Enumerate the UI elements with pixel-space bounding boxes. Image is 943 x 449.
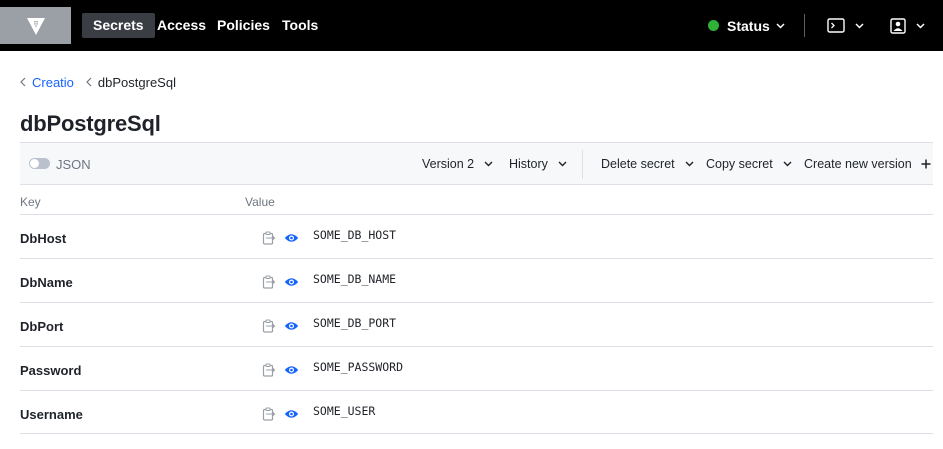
page-title: dbPostgreSql — [20, 111, 161, 136]
eye-icon[interactable] — [284, 320, 299, 332]
chevron-down-icon — [685, 161, 694, 167]
user-menu[interactable] — [890, 14, 925, 37]
row-value: SOME_DB_NAME — [313, 272, 397, 286]
breadcrumb-current: dbPostgreSql — [97, 74, 176, 90]
vault-logo-icon — [26, 17, 45, 35]
copy-icon[interactable] — [262, 275, 276, 289]
chevron-down-icon — [776, 22, 785, 29]
chevron-down-icon — [855, 22, 864, 29]
table-row: DbName SOME_DB_NAME — [20, 258, 933, 302]
row-key: DbPort — [20, 319, 64, 334]
chevron-down-icon — [484, 161, 493, 167]
chevron-left-icon — [86, 77, 92, 87]
copy-icon[interactable] — [262, 363, 276, 377]
user-icon — [890, 17, 906, 34]
vault-logo-button[interactable] — [0, 7, 71, 44]
create-new-version-label: Create new version — [804, 157, 912, 171]
nav-tools[interactable]: Tools — [271, 13, 329, 38]
status-dot-icon — [708, 20, 719, 31]
row-value: SOME_PASSWORD — [313, 360, 404, 374]
copy-icon[interactable] — [262, 407, 276, 421]
breadcrumb-separator — [86, 77, 92, 87]
version-dropdown[interactable]: Version 2 — [422, 156, 493, 172]
secret-toolbar: JSON Version 2 History Delete secret Cop… — [20, 142, 933, 185]
create-new-version-button[interactable]: Create new version — [804, 156, 931, 172]
toolbar-divider — [582, 150, 583, 179]
chevron-down-icon — [916, 22, 925, 29]
breadcrumb-parent-link[interactable]: Creatio — [20, 75, 74, 90]
delete-secret-label: Delete secret — [601, 157, 675, 171]
row-key: Username — [20, 407, 83, 422]
status-label: Status — [727, 17, 770, 34]
breadcrumb-parent-label: Creatio — [32, 74, 74, 90]
eye-icon[interactable] — [284, 364, 299, 376]
eye-icon[interactable] — [284, 276, 299, 288]
row-key: Password — [20, 363, 82, 378]
console-menu[interactable] — [827, 14, 864, 37]
column-header-key: Key — [20, 195, 41, 209]
table-row: DbPort SOME_DB_PORT — [20, 302, 933, 346]
plus-icon — [921, 159, 931, 169]
history-dropdown[interactable]: History — [509, 156, 567, 172]
delete-secret-button[interactable]: Delete secret — [601, 156, 694, 172]
row-value: SOME_DB_PORT — [313, 316, 397, 330]
json-toggle[interactable] — [29, 158, 50, 169]
toggle-knob — [30, 159, 39, 168]
row-key: DbHost — [20, 231, 67, 246]
table-row: DbHost SOME_DB_HOST — [20, 214, 933, 258]
chevron-left-icon — [20, 77, 26, 87]
history-label: History — [509, 157, 548, 171]
breadcrumb: Creatio dbPostgreSql — [20, 74, 176, 90]
terminal-icon — [827, 18, 845, 33]
table-row: Username SOME_USER — [20, 390, 933, 434]
nav-policies[interactable]: Policies — [206, 13, 281, 38]
row-key: DbName — [20, 275, 73, 290]
eye-icon[interactable] — [284, 232, 299, 244]
row-value: SOME_USER — [313, 404, 376, 418]
copy-secret-label: Copy secret — [706, 157, 773, 171]
copy-secret-button[interactable]: Copy secret — [706, 156, 792, 172]
top-navigation: Secrets Access Policies Tools Status — [0, 0, 943, 51]
version-label: Version 2 — [422, 157, 475, 171]
nav-secrets[interactable]: Secrets — [82, 13, 155, 38]
json-toggle-label: JSON — [56, 157, 91, 172]
chevron-down-icon — [558, 161, 567, 167]
copy-icon[interactable] — [262, 231, 276, 245]
column-header-value: Value — [245, 195, 275, 209]
copy-icon[interactable] — [262, 319, 276, 333]
eye-icon[interactable] — [284, 408, 299, 420]
chevron-down-icon — [783, 161, 792, 167]
nav-divider — [804, 14, 805, 37]
status-menu[interactable]: Status — [708, 13, 785, 38]
table-row: Password SOME_PASSWORD — [20, 346, 933, 390]
row-value: SOME_DB_HOST — [313, 228, 397, 242]
